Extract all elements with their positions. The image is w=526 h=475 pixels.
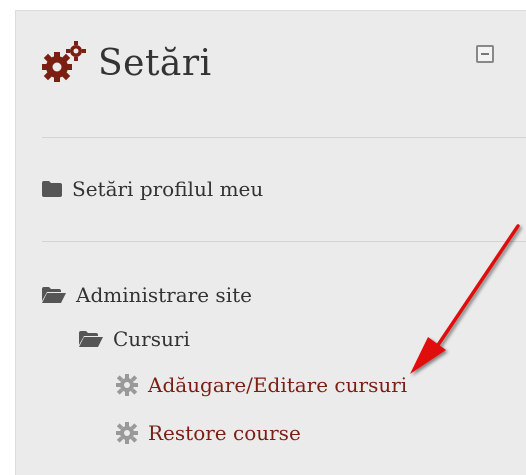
divider	[42, 137, 526, 138]
nav-item-site-admin[interactable]: Administrare site	[42, 283, 252, 307]
block-header: Setări	[40, 31, 212, 95]
minus-square-icon[interactable]	[476, 45, 494, 63]
folder-open-icon	[42, 287, 66, 303]
nav-link-label: Restore course	[148, 421, 301, 445]
nav-item-profile-settings[interactable]: Setări profilul meu	[42, 177, 263, 201]
gears-icon	[42, 41, 86, 82]
divider	[42, 241, 526, 242]
nav-link-label: Adăugare/Editare cursuri	[148, 373, 408, 397]
folder-icon	[42, 181, 62, 197]
nav-link-add-edit-courses[interactable]: Adăugare/Editare cursuri	[116, 373, 407, 397]
settings-block: Setări Setări profilul meu Administrare …	[15, 10, 526, 475]
folder-open-icon	[79, 331, 103, 347]
nav-item-label: Setări profilul meu	[72, 177, 264, 201]
nav-item-courses[interactable]: Cursuri	[79, 327, 190, 351]
nav-item-label: Cursuri	[113, 327, 190, 351]
nav-link-restore-course[interactable]: Restore course	[116, 421, 301, 445]
gear-icon	[116, 422, 138, 444]
nav-item-label: Administrare site	[76, 283, 252, 307]
gear-icon	[116, 374, 138, 396]
block-title: Setări	[98, 42, 212, 84]
